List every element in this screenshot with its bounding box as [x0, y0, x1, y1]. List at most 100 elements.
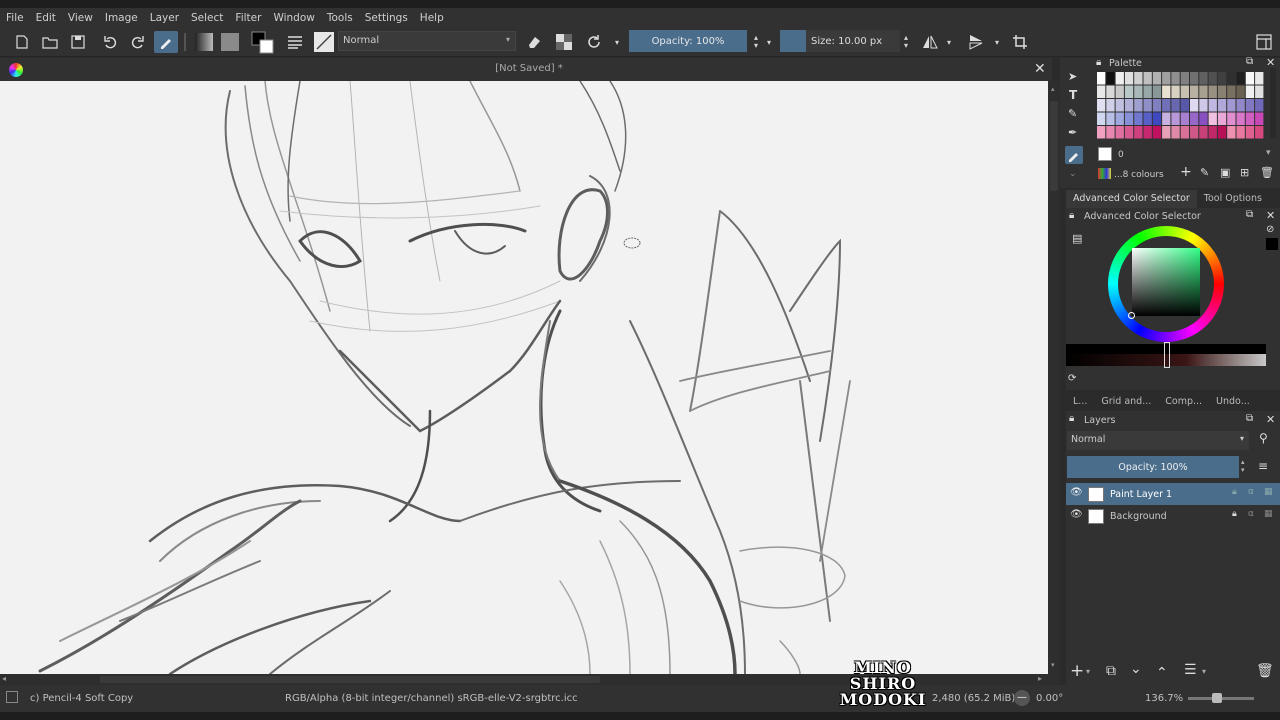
palette-swatch[interactable] — [1227, 112, 1236, 126]
calligraphy-icon[interactable]: ✒ — [1068, 126, 1077, 139]
palette-swatch[interactable] — [1180, 85, 1189, 99]
color-selector-lock-icon[interactable]: 🔒︎ — [1069, 210, 1074, 221]
palette-swatch[interactable] — [1255, 72, 1264, 85]
palette-swatch[interactable] — [1134, 72, 1143, 85]
palette-swatch[interactable] — [1171, 99, 1180, 112]
palette-swatch[interactable] — [1152, 72, 1162, 85]
palette-swatch[interactable] — [1199, 126, 1208, 139]
color-selector-settings-icon[interactable]: ▤ — [1072, 232, 1082, 245]
palette-swatch[interactable] — [1134, 99, 1143, 112]
opacity-dropdown-icon[interactable]: ▾ — [764, 31, 774, 53]
scroll-down-icon[interactable]: ▾ — [1051, 661, 1055, 669]
add-swatch-icon[interactable]: + — [1180, 164, 1192, 180]
rotation-value[interactable]: 0.00° — [1036, 693, 1063, 704]
palette-swatch[interactable] — [1236, 72, 1245, 85]
palette-swatch[interactable] — [1255, 126, 1264, 139]
palette-swatch[interactable] — [1199, 112, 1208, 126]
wrap-around-icon[interactable] — [1010, 31, 1030, 53]
palette-swatch[interactable] — [1143, 112, 1152, 126]
palette-swatch[interactable] — [1255, 112, 1264, 126]
undo-icon[interactable] — [102, 31, 120, 53]
palette-swatch[interactable] — [1245, 99, 1255, 112]
palette-swatch[interactable] — [1115, 126, 1124, 139]
palette-swatch[interactable] — [1143, 85, 1152, 99]
menu-filter[interactable]: Filter — [229, 12, 267, 24]
reload-preset-icon[interactable] — [584, 31, 604, 53]
redo-icon[interactable] — [128, 31, 146, 53]
palette-swatch[interactable] — [1143, 99, 1152, 112]
palette-swatch[interactable] — [1227, 85, 1236, 99]
palette-swatch[interactable] — [1171, 112, 1180, 126]
layer-lock-icon[interactable]: 🔒︎ — [1232, 509, 1237, 519]
alpha-inherit-icon[interactable]: α — [1248, 487, 1254, 497]
add-layer-icon[interactable]: + — [1070, 661, 1084, 681]
palette-colour-set[interactable]: ...8 colours — [1114, 170, 1164, 180]
palette-swatch[interactable] — [1152, 99, 1162, 112]
palette-swatch[interactable] — [1097, 126, 1106, 139]
size-spinner-icon[interactable]: ▴ ▾ — [900, 31, 912, 53]
opacity-slider[interactable]: Opacity: 100% — [629, 30, 747, 52]
visibility-eye-icon[interactable]: 👁︎ — [1070, 509, 1083, 520]
blend-mode-select[interactable]: Normal ▾ — [338, 31, 516, 51]
palette-swatch[interactable] — [1227, 72, 1236, 85]
drawing-canvas[interactable] — [0, 81, 1048, 674]
gradient-icon[interactable] — [194, 31, 214, 53]
clear-color-icon[interactable]: ⊘ — [1266, 224, 1274, 235]
palette-swatch[interactable] — [1124, 126, 1134, 139]
palette-swatch[interactable] — [1199, 99, 1208, 112]
palette-swatch[interactable] — [1162, 126, 1171, 139]
layer-opacity-spinner-icon[interactable]: ▴ ▾ — [1241, 458, 1245, 474]
menu-view[interactable]: View — [62, 12, 99, 24]
mirror-vertical-dropdown-icon[interactable]: ▾ — [992, 31, 1002, 53]
palette-swatch[interactable] — [1115, 99, 1124, 112]
menu-file[interactable]: File — [0, 12, 30, 24]
freehand-brush-icon[interactable] — [154, 31, 178, 53]
palette-swatch[interactable] — [1227, 126, 1236, 139]
brush-presets-icon[interactable] — [285, 31, 305, 53]
palette-swatch[interactable] — [1106, 99, 1115, 112]
palette-swatch[interactable] — [1162, 99, 1171, 112]
alpha-lock-icon[interactable]: ▦ — [1264, 487, 1273, 497]
palette-swatch[interactable] — [1236, 112, 1245, 126]
palette-swatch[interactable] — [1227, 99, 1236, 112]
layer-filter-icon[interactable]: ⚲ — [1259, 431, 1268, 445]
alpha-inherit-icon[interactable]: α — [1248, 509, 1254, 519]
palette-swatch[interactable] — [1106, 126, 1115, 139]
scroll-right-icon[interactable]: ▸ — [1038, 674, 1042, 683]
scroll-up-icon[interactable]: ▴ — [1051, 85, 1055, 93]
palette-swatch[interactable] — [1217, 85, 1227, 99]
palette-swatches[interactable] — [1095, 70, 1267, 142]
menu-image[interactable]: Image — [99, 12, 144, 24]
tab-grid[interactable]: Grid and... — [1094, 393, 1158, 411]
palette-swatch[interactable] — [1245, 85, 1255, 99]
palette-swatch[interactable] — [1190, 126, 1199, 139]
close-docker-icon[interactable]: ✕ — [1266, 413, 1275, 426]
palette-swatch[interactable] — [1171, 72, 1180, 85]
add-layer-dropdown-icon[interactable]: ▾ — [1086, 667, 1090, 676]
palette-swatch[interactable] — [1208, 72, 1217, 85]
opacity-spinner-icon[interactable]: ▴ ▾ — [750, 31, 762, 53]
color-picker-handle[interactable] — [1128, 312, 1135, 319]
palette-swatch[interactable] — [1245, 72, 1255, 85]
delete-swatch-icon[interactable]: 🗑︎ — [1260, 166, 1274, 179]
brush-preset-thumbnail-icon[interactable] — [313, 31, 335, 53]
edit-shapes-icon[interactable]: ✎ — [1068, 107, 1077, 120]
color-history-strip[interactable] — [1066, 342, 1266, 368]
palette-swatch[interactable] — [1217, 112, 1227, 126]
palette-swatch[interactable] — [1199, 85, 1208, 99]
palette-swatch[interactable] — [1236, 126, 1245, 139]
size-slider[interactable]: Size: 10.00 px — [780, 30, 900, 52]
menu-select[interactable]: Select — [185, 12, 229, 24]
menu-window[interactable]: Window — [267, 12, 320, 24]
palette-swatch[interactable] — [1124, 99, 1134, 112]
hue-ring[interactable] — [1108, 226, 1224, 342]
palette-swatch[interactable] — [1190, 85, 1199, 99]
mirror-vertical-icon[interactable] — [966, 31, 986, 53]
alpha-lock-icon[interactable]: ▦ — [1264, 509, 1273, 519]
palette-swatch[interactable] — [1152, 126, 1162, 139]
layer-properties-dropdown-icon[interactable]: ▾ — [1202, 667, 1206, 676]
palette-index-dropdown-icon[interactable]: ▾ — [1266, 148, 1271, 158]
palette-swatch[interactable] — [1180, 126, 1189, 139]
palette-swatch[interactable] — [1097, 99, 1106, 112]
move-layer-up-icon[interactable]: ⌃ — [1156, 665, 1168, 681]
